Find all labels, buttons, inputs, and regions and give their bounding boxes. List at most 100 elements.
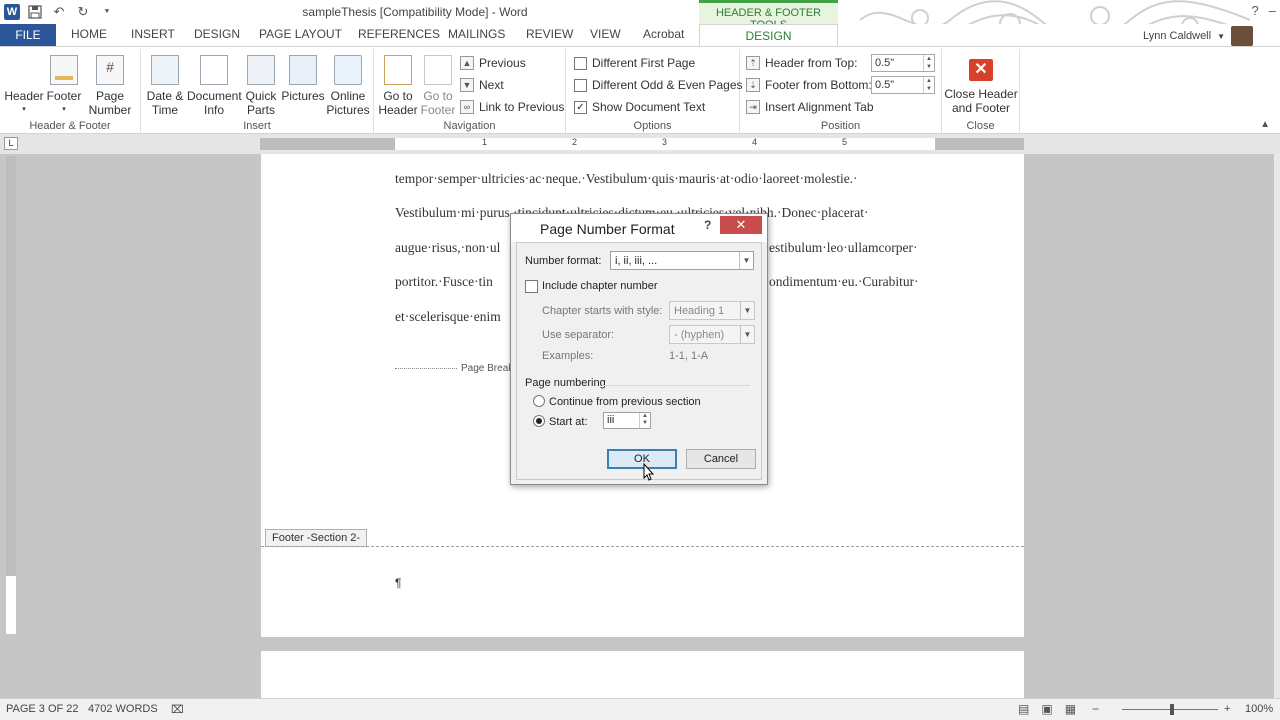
start-at-radio[interactable] [533,415,545,427]
group-label: Insert [243,120,271,132]
footer-button[interactable]: Footer ▾ [44,51,84,117]
link-icon: ∞ [460,100,474,114]
tab-page-layout[interactable]: PAGE LAYOUT [259,27,342,41]
different-odd-even-checkbox[interactable]: Different Odd & Even Pages [574,76,743,94]
chevron-down-icon[interactable]: ▼ [739,252,753,269]
close-icon[interactable]: ✕ [720,216,762,234]
goto-footer-label-1: Go to [423,89,453,103]
zoom-out-icon[interactable]: − [1092,702,1099,716]
footer-section-tag: Footer -Section 2- [265,529,368,547]
paragraph-mark-icon[interactable]: ¶ [395,576,401,590]
zoom-in-icon[interactable]: + [1224,703,1230,715]
goto-header-label-2: Header [378,103,418,117]
close-header-footer-button[interactable]: ✕ Close Header and Footer [944,49,1018,115]
tab-view[interactable]: VIEW [590,27,621,41]
print-layout-icon[interactable]: ▣ [1041,702,1052,716]
quickparts-label-2: Parts [246,103,275,117]
different-first-page-checkbox[interactable]: Different First Page [574,54,695,72]
minimize-icon[interactable]: – [1269,3,1276,18]
page-number-label-1: Page [95,89,125,103]
separator-select[interactable]: - (hyphen) ▼ [669,325,755,344]
footer-from-bottom-label: Footer from Bottom: [765,78,872,92]
checkbox-checked[interactable]: ✓ [574,100,587,114]
zoom-level[interactable]: 100% [1245,703,1273,715]
tab-insert[interactable]: INSERT [131,27,175,41]
insert-alignment-tab-button[interactable]: ⇥ Insert Alignment Tab [746,98,874,116]
window-controls: ? – [1252,3,1276,18]
tab-file[interactable]: FILE [0,24,56,46]
chevron-down-icon[interactable]: ▼ [740,302,754,319]
read-mode-icon[interactable]: ▤ [1018,702,1029,716]
body-text-line: tempor·semper·ultricies·ac·neque.·Vestib… [395,171,858,186]
user-account[interactable]: Lynn Caldwell ▼ [1143,26,1253,46]
tab-mailings[interactable]: MAILINGS [448,27,505,41]
tab-design-main[interactable]: DESIGN [194,27,240,41]
header-button[interactable]: Header ▾ [4,51,299,239]
header-from-top-value: 0.5" [875,57,895,69]
date-time-button[interactable]: Date & Time [145,51,185,117]
number-format-select[interactable]: i, ii, iii, ... ▼ [610,251,754,270]
show-document-text-checkbox[interactable]: ✓ Show Document Text [574,98,705,116]
start-at-input[interactable]: iii ▲ ▼ [603,412,651,429]
go-to-header-button[interactable]: Go to Header [378,51,418,117]
go-to-footer-button[interactable]: Go to Footer [418,51,458,117]
cancel-button[interactable]: Cancel [686,449,756,469]
next-page[interactable] [261,651,1024,701]
avatar [1231,26,1253,46]
checkbox[interactable] [574,78,587,92]
document-info-icon [200,55,228,85]
dialog-title-bar[interactable]: Page Number Format ? ✕ [511,214,767,242]
footer-from-bottom-input[interactable]: 0.5" ▲ ▼ [871,76,935,94]
help-icon[interactable]: ? [1252,3,1259,18]
tab-home[interactable]: HOME [71,27,107,41]
page-numbering-heading: Page numbering [525,377,606,389]
group-label: Navigation [443,120,496,132]
word-count-status[interactable]: 4702 WORDS [88,703,158,715]
document-info-button[interactable]: Document Info [187,51,242,117]
page-number-button[interactable]: Page Number [84,51,136,117]
next-button[interactable]: ▼ Next [460,76,504,94]
continue-radio[interactable] [533,395,545,407]
link-to-previous-button[interactable]: ∞ Link to Previous [460,98,564,116]
group-label: Close [966,120,995,132]
group-label: Position [820,120,861,132]
online-pictures-button[interactable]: Online Pictures [325,51,371,117]
web-layout-icon[interactable]: ▦ [1065,702,1076,716]
zoom-slider-thumb[interactable] [1170,704,1174,715]
checkbox[interactable] [574,56,587,70]
collapse-ribbon-icon[interactable]: ▲ [1260,119,1270,130]
body-text-line: augue·risus,·non·ul [395,240,501,255]
spinner-arrows-icon[interactable]: ▲ ▼ [639,413,650,428]
group-navigation: Go to Header Go to Footer ▲ Previous ▼ N… [374,49,566,133]
quick-parts-button[interactable]: Quick Parts [241,51,281,117]
chapter-style-select[interactable]: Heading 1 ▼ [669,301,755,320]
tab-acrobat[interactable]: Acrobat [643,27,684,41]
ok-button[interactable]: OK [607,449,677,469]
pictures-button[interactable]: Pictures [281,51,325,103]
docinfo-label-2: Info [203,103,224,117]
horizontal-ruler[interactable]: 1 2 3 4 5 [260,137,1024,150]
page-count-status[interactable]: PAGE 3 OF 22 [6,703,79,715]
help-icon[interactable]: ? [704,218,711,232]
spinner-arrows-icon[interactable]: ▲ ▼ [923,55,934,71]
group-label: Header & Footer [29,120,111,132]
pictures-icon [289,55,317,85]
previous-button[interactable]: ▲ Previous [460,54,526,72]
proofing-icon[interactable]: ⌧ [171,703,184,716]
vertical-scrollbar[interactable] [1274,154,1280,700]
include-chapter-checkbox[interactable] [525,280,538,293]
tab-review[interactable]: REVIEW [526,27,573,41]
chevron-down-icon[interactable]: ▼ [740,326,754,343]
header-from-top-label: Header from Top: [765,56,858,70]
tab-header-footer-design[interactable]: DESIGN [699,24,838,48]
tab-references[interactable]: REFERENCES [358,27,440,41]
include-chapter-label: Include chapter number [542,280,658,292]
vertical-ruler[interactable] [6,156,16,634]
group-label: Options [633,120,672,132]
globe-icon [334,55,362,85]
header-from-top-input[interactable]: 0.5" ▲ ▼ [871,54,935,72]
tab-selector[interactable]: L [4,137,18,150]
ruler-number: 4 [752,137,758,147]
page-number-format-dialog: Page Number Format ? ✕ Number format: i,… [510,213,768,485]
spinner-arrows-icon[interactable]: ▲ ▼ [923,77,934,93]
